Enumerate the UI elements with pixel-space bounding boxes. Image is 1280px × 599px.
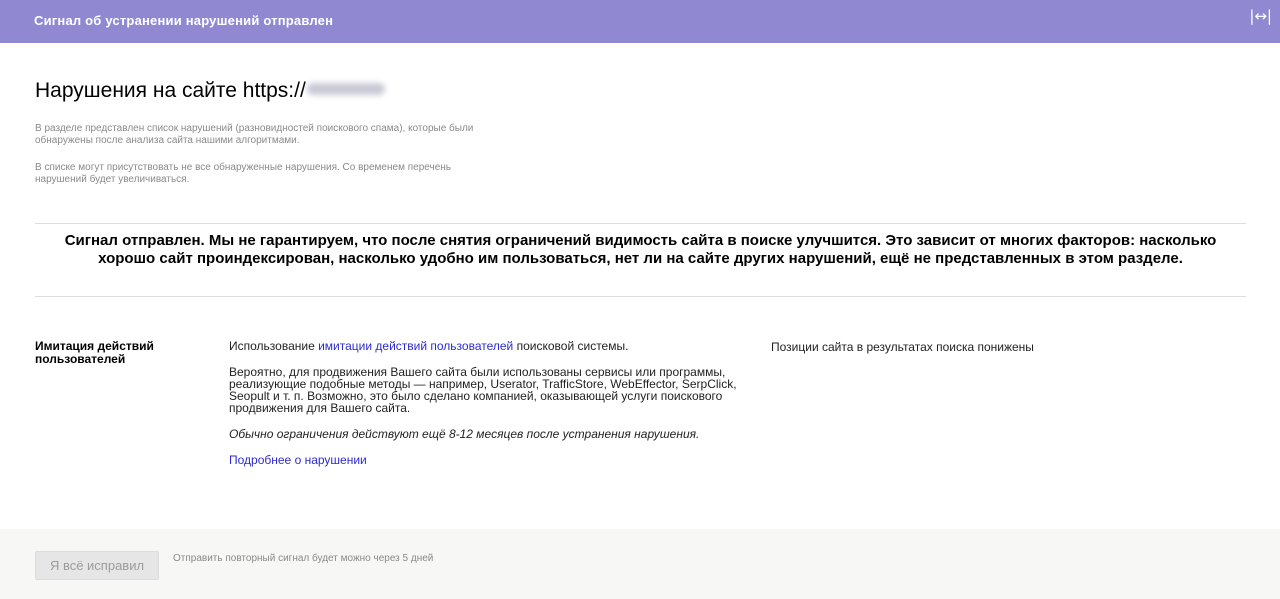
i-fixed-everything-button[interactable]: Я всё исправил [35, 551, 159, 580]
resend-signal-note: Отправить повторный сигнал будет можно ч… [173, 553, 434, 564]
footer-panel: Я всё исправил Отправить повторный сигна… [0, 529, 1280, 599]
signal-sent-notice: Сигнал отправлен. Мы не гарантируем, что… [64, 232, 1217, 267]
divider-top [35, 223, 1246, 224]
intro-text-1: В разделе представлен список нарушений (… [35, 123, 474, 146]
page-title: Нарушения на сайте https:// [35, 79, 385, 103]
blurred-domain [306, 83, 385, 96]
user-imitation-link[interactable]: имитации действий пользователей [318, 339, 513, 353]
violation-details: Вероятно, для продвижения Вашего сайта б… [229, 365, 737, 415]
expand-horizontal-icon[interactable]: |↔| [1249, 7, 1272, 25]
page-title-text: Нарушения на сайте https:// [35, 79, 306, 102]
summary-prefix: Использование [229, 339, 319, 353]
violation-name: Имитация действий пользователей [35, 339, 154, 366]
violation-consequence: Позиции сайта в результатах поиска пониж… [771, 340, 1034, 354]
restriction-note: Обычно ограничения действуют ещё 8-12 ме… [229, 427, 700, 441]
violation-summary: Использование имитации действий пользова… [229, 340, 754, 352]
violation-description: Использование имитации действий пользова… [229, 340, 754, 480]
summary-suffix: поисковой системы. [513, 339, 629, 353]
intro-text-2: В списке могут присутствовать не все обн… [35, 162, 452, 185]
banner-title: Сигнал об устранении нарушений отправлен [34, 13, 334, 28]
more-about-violation-link[interactable]: Подробнее о нарушении [229, 453, 367, 467]
divider-bottom [35, 296, 1246, 297]
top-banner: Сигнал об устранении нарушений отправлен… [0, 0, 1280, 43]
